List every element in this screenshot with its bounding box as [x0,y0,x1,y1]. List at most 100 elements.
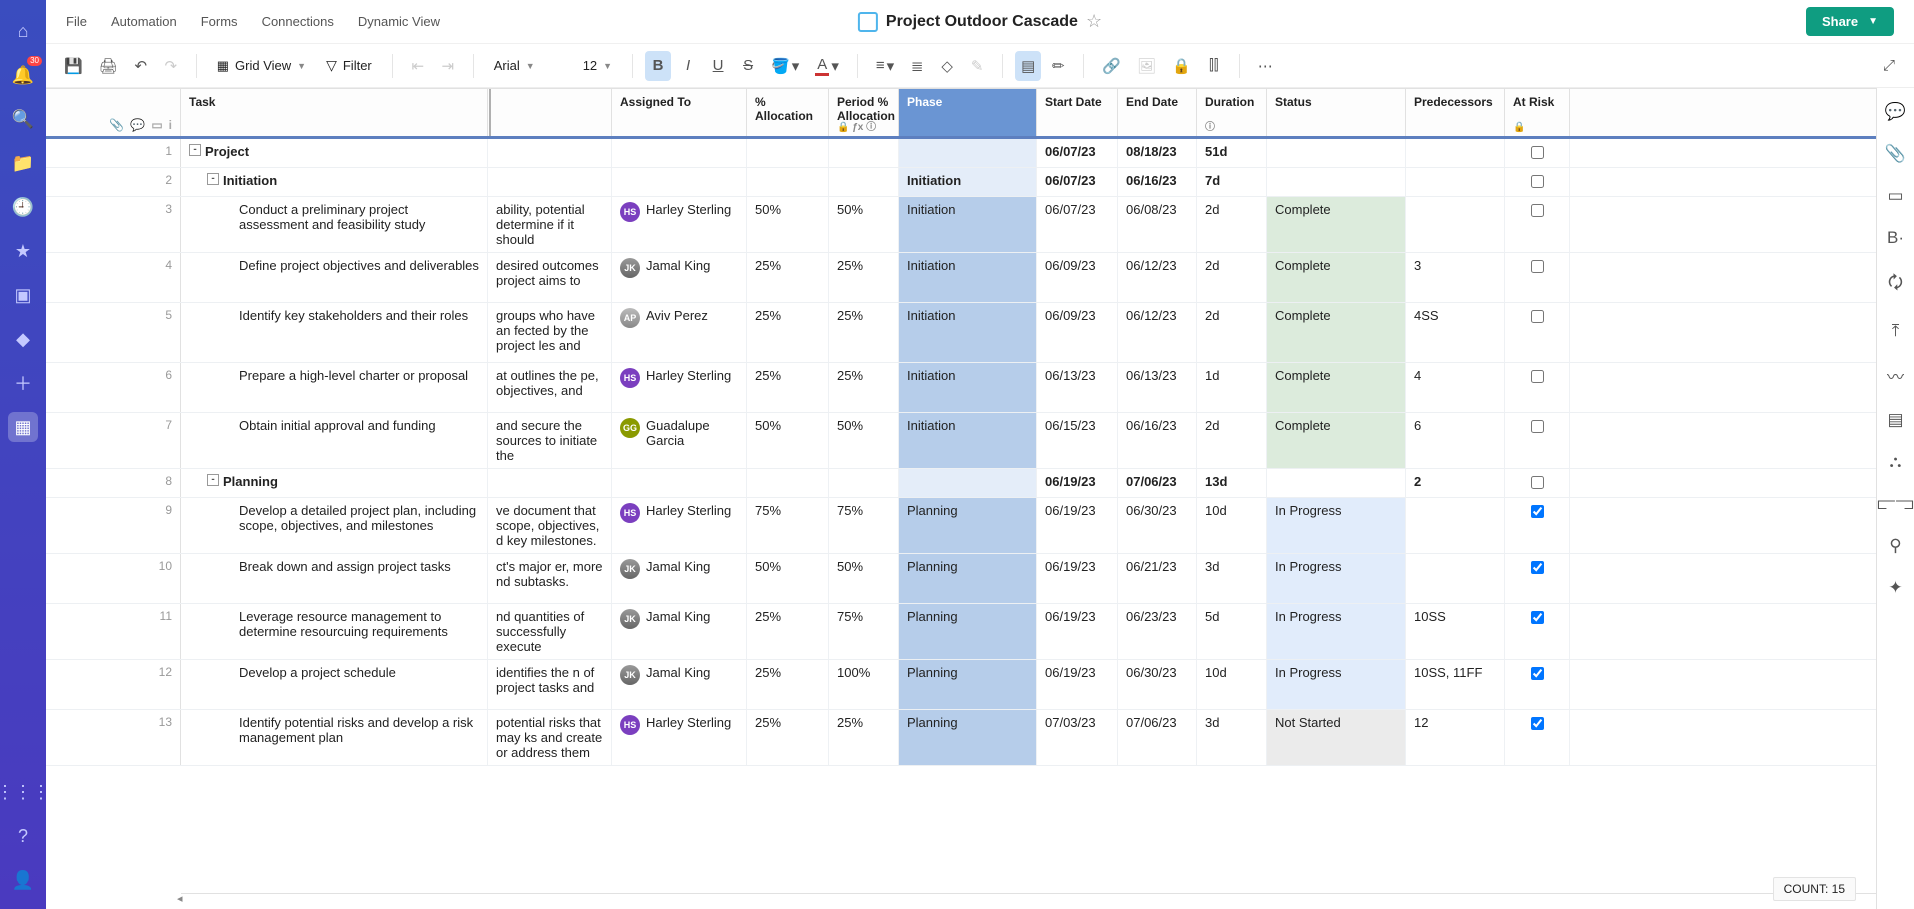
cell-duration[interactable]: 2d [1197,303,1267,362]
cell-duration[interactable]: 2d [1197,197,1267,252]
cell-status[interactable]: In Progress [1267,604,1406,659]
cell-start-date[interactable]: 06/13/23 [1037,363,1118,412]
cell-task[interactable]: Identify key stakeholders and their role… [181,303,488,362]
format-painter-button[interactable]: ✎ [964,51,990,81]
lock-button[interactable]: 🔒 [1166,51,1197,81]
strike-button[interactable]: S [735,51,761,81]
cell-task-overflow[interactable]: and secure the sources to initiate the [488,413,612,468]
row-number[interactable]: 4 [46,253,181,302]
cell-predecessors[interactable] [1406,197,1505,252]
table-row[interactable]: 11Leverage resource management to determ… [46,604,1876,660]
solutions-icon[interactable]: ⋮⋮⋮ [8,777,38,807]
workspaces-icon[interactable]: ▣ [8,280,38,310]
redo-icon[interactable]: ↷ [158,51,184,81]
column-assigned[interactable]: Assigned To [612,89,747,136]
at-risk-checkbox[interactable] [1531,420,1544,433]
save-icon[interactable]: 💾 [58,51,89,81]
cell-status[interactable]: In Progress [1267,498,1406,553]
cell-start-date[interactable]: 06/19/23 [1037,660,1118,709]
cell-period-allocation[interactable] [829,139,899,167]
cell-end-date[interactable]: 06/23/23 [1118,604,1197,659]
cell-allocation[interactable] [747,139,829,167]
cell-end-date[interactable]: 06/30/23 [1118,660,1197,709]
conditional-format-button[interactable]: ▤ [1015,51,1041,81]
column-status[interactable]: Status [1267,89,1406,136]
cell-duration[interactable]: 2d [1197,253,1267,302]
cell-status[interactable] [1267,168,1406,196]
favorite-star-icon[interactable]: ☆ [1086,11,1102,32]
ai-icon[interactable]: ✦ [1888,578,1902,598]
cell-predecessors[interactable] [1406,168,1505,196]
work-apps-icon[interactable]: ◆ [8,324,38,354]
row-number[interactable]: 2 [46,168,181,196]
cell-end-date[interactable]: 06/30/23 [1118,498,1197,553]
row-number[interactable]: 6 [46,363,181,412]
link-button[interactable]: 🔗 [1096,51,1127,81]
collapse-toggle-icon[interactable]: - [207,474,219,486]
cell-status[interactable]: Not Started [1267,710,1406,765]
cell-end-date[interactable]: 06/08/23 [1118,197,1197,252]
cell-task-overflow[interactable] [488,139,612,167]
cell-start-date[interactable]: 06/07/23 [1037,197,1118,252]
column-period-allocation[interactable]: Period % Allocation 🔒 ƒx ⓘ [829,89,899,136]
cell-predecessors[interactable]: 2 [1406,469,1505,497]
cell-phase[interactable]: Initiation [899,197,1037,252]
underline-button[interactable]: U [705,51,731,81]
cell-phase[interactable]: Planning [899,710,1037,765]
cell-start-date[interactable]: 06/19/23 [1037,469,1118,497]
attachments-panel-icon[interactable]: 📎 [1885,144,1906,164]
cell-duration[interactable]: 3d [1197,710,1267,765]
cell-task-overflow[interactable]: ve document that scope, objectives, d ke… [488,498,612,553]
cell-at-risk[interactable] [1505,413,1570,468]
cell-start-date[interactable]: 06/09/23 [1037,253,1118,302]
image-button[interactable]: 🖼 [1131,51,1162,81]
cell-phase[interactable] [899,139,1037,167]
table-row[interactable]: 5Identify key stakeholders and their rol… [46,303,1876,363]
menu-file[interactable]: File [66,14,87,29]
cell-at-risk[interactable] [1505,498,1570,553]
cell-phase[interactable]: Initiation [899,253,1037,302]
row-number[interactable]: 3 [46,197,181,252]
cell-assigned[interactable]: APAviv Perez [612,303,747,362]
update-requests-icon[interactable]: 🗘 [1888,270,1903,299]
cell-phase[interactable]: Planning [899,660,1037,709]
cell-task[interactable]: Break down and assign project tasks [181,554,488,603]
at-risk-checkbox[interactable] [1531,611,1544,624]
cell-period-allocation[interactable]: 25% [829,710,899,765]
cell-status[interactable] [1267,469,1406,497]
cell-period-allocation[interactable]: 100% [829,660,899,709]
horizontal-scroll[interactable]: ◂ [181,893,1876,909]
proofs-panel-icon[interactable]: ▭ [1887,186,1903,206]
cell-status[interactable]: Complete [1267,197,1406,252]
cell-allocation[interactable]: 25% [747,253,829,302]
cell-task[interactable]: Prepare a high-level charter or proposal [181,363,488,412]
cell-status[interactable]: In Progress [1267,660,1406,709]
at-risk-checkbox[interactable] [1531,561,1544,574]
cell-task[interactable]: Develop a project schedule [181,660,488,709]
cell-predecessors[interactable]: 10SS [1406,604,1505,659]
expand-button[interactable]: ⤢ [1876,51,1902,81]
cell-assigned[interactable]: JKJamal King [612,660,747,709]
column-at-risk[interactable]: At Risk 🔒 [1505,89,1570,136]
resource-management-icon[interactable]: ⛬ [1890,452,1902,472]
cell-at-risk[interactable] [1505,363,1570,412]
create-icon[interactable]: ＋ [8,368,38,398]
cell-assigned[interactable]: HSHarley Sterling [612,363,747,412]
column-task[interactable]: Task [181,89,488,136]
cell-end-date[interactable]: 06/12/23 [1118,253,1197,302]
cell-predecessors[interactable] [1406,554,1505,603]
cell-task[interactable]: Define project objectives and deliverabl… [181,253,488,302]
task-column-splitter[interactable] [487,89,491,136]
cell-assigned[interactable] [612,469,747,497]
clear-format-button[interactable]: ◇ [934,51,960,81]
font-color-button[interactable]: A▾ [809,51,845,81]
column-predecessors[interactable]: Predecessors [1406,89,1505,136]
table-row[interactable]: 1-Project06/07/2308/18/2351d [46,139,1876,168]
cell-allocation[interactable]: 50% [747,413,829,468]
cell-task-overflow[interactable]: desired outcomes project aims to [488,253,612,302]
cell-assigned[interactable]: JKJamal King [612,604,747,659]
cell-phase[interactable]: Initiation [899,413,1037,468]
cell-task-overflow[interactable]: at outlines the pe, objectives, and [488,363,612,412]
cell-end-date[interactable]: 06/13/23 [1118,363,1197,412]
row-number[interactable]: 8 [46,469,181,497]
